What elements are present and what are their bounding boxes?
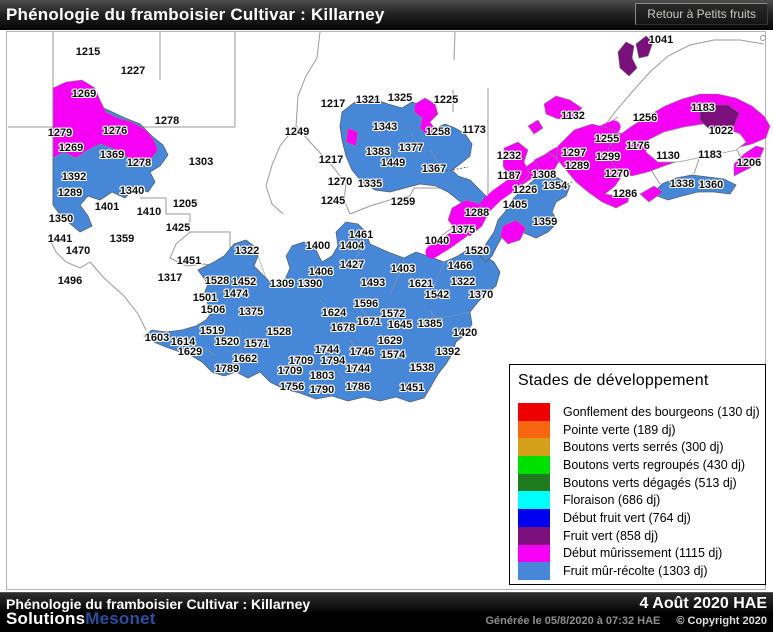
solutions-mesonet-logo: SolutionsMesonet [6, 609, 156, 629]
generated-timestamp: Générée le 05/8/2020 à 07:32 HAE [485, 615, 661, 627]
legend-item: Boutons verts dégagés (513 dj) [518, 473, 761, 492]
legend-label: Début fruit vert (764 dj) [563, 510, 691, 525]
brand-solutions: Solutions [6, 609, 86, 628]
legend-swatch [518, 509, 550, 527]
legend-item: Boutons verts serrés (300 dj) [518, 438, 761, 457]
back-to-petits-fruits-button[interactable]: Retour à Petits fruits [635, 3, 768, 25]
phenology-map: 1215 1227 1269 1279 1269 1276 1278 1369 1278 1303… [0, 30, 773, 592]
legend-swatch [518, 420, 550, 439]
legend-label: Pointe verte (189 dj) [563, 422, 676, 437]
legend-label: Fruit vert (858 dj) [563, 528, 659, 543]
legend-label: Boutons verts serrés (300 dj) [563, 440, 724, 455]
legend-swatch [518, 473, 550, 492]
legend-box: Stades de développement Gonflement des b… [509, 364, 766, 585]
legend-label: Début mûrissement (1115 dj) [563, 546, 723, 561]
legend-item: Fruit mûr-récolte (1303 dj) [518, 562, 761, 580]
copyright: © Copyright 2020 [676, 615, 767, 627]
legend-label: Fruit mûr-récolte (1303 dj) [563, 564, 708, 579]
legend-item: Gonflement des bourgeons (130 dj) [518, 403, 761, 421]
legend-item: Début fruit vert (764 dj) [518, 509, 761, 527]
legend-swatch [518, 438, 550, 457]
legend-swatch [518, 456, 550, 474]
phenology-app: Phénologie du framboisier Cultivar : Kil… [0, 0, 773, 632]
legend-swatch [518, 544, 550, 563]
legend-label: Boutons verts regroupés (430 dj) [563, 457, 746, 472]
legend-item: Début mûrissement (1115 dj) [518, 544, 761, 563]
footer-bar: Phénologie du framboisier Cultivar : Kil… [0, 592, 773, 632]
legend-swatch [518, 526, 550, 545]
page-title: Phénologie du framboisier Cultivar : Kil… [6, 5, 385, 24]
legend-title: Stades de développement [518, 372, 709, 389]
legend-swatch [518, 562, 550, 580]
legend-swatch [518, 403, 550, 421]
legend-item: Fruit vert (858 dj) [518, 526, 761, 545]
legend-item: Pointe verte (189 dj) [518, 420, 761, 439]
header-bar: Phénologie du framboisier Cultivar : Kil… [0, 0, 773, 30]
legend-swatch [518, 491, 550, 510]
generated-info: Générée le 05/8/2020 à 07:32 HAE © Copyri… [485, 615, 767, 627]
legend-label: Boutons verts dégagés (513 dj) [563, 475, 737, 490]
legend-rows: Gonflement des bourgeons (130 dj) Pointe … [518, 403, 761, 580]
legend-label: Gonflement des bourgeons (130 dj) [563, 404, 760, 419]
map-date: 4 Août 2020 HAE [639, 595, 767, 612]
brand-mesonet: Mesonet [85, 609, 156, 628]
legend-item: Floraison (686 dj) [518, 491, 761, 510]
legend-item: Boutons verts regroupés (430 dj) [518, 456, 761, 474]
legend-label: Floraison (686 dj) [563, 493, 661, 508]
